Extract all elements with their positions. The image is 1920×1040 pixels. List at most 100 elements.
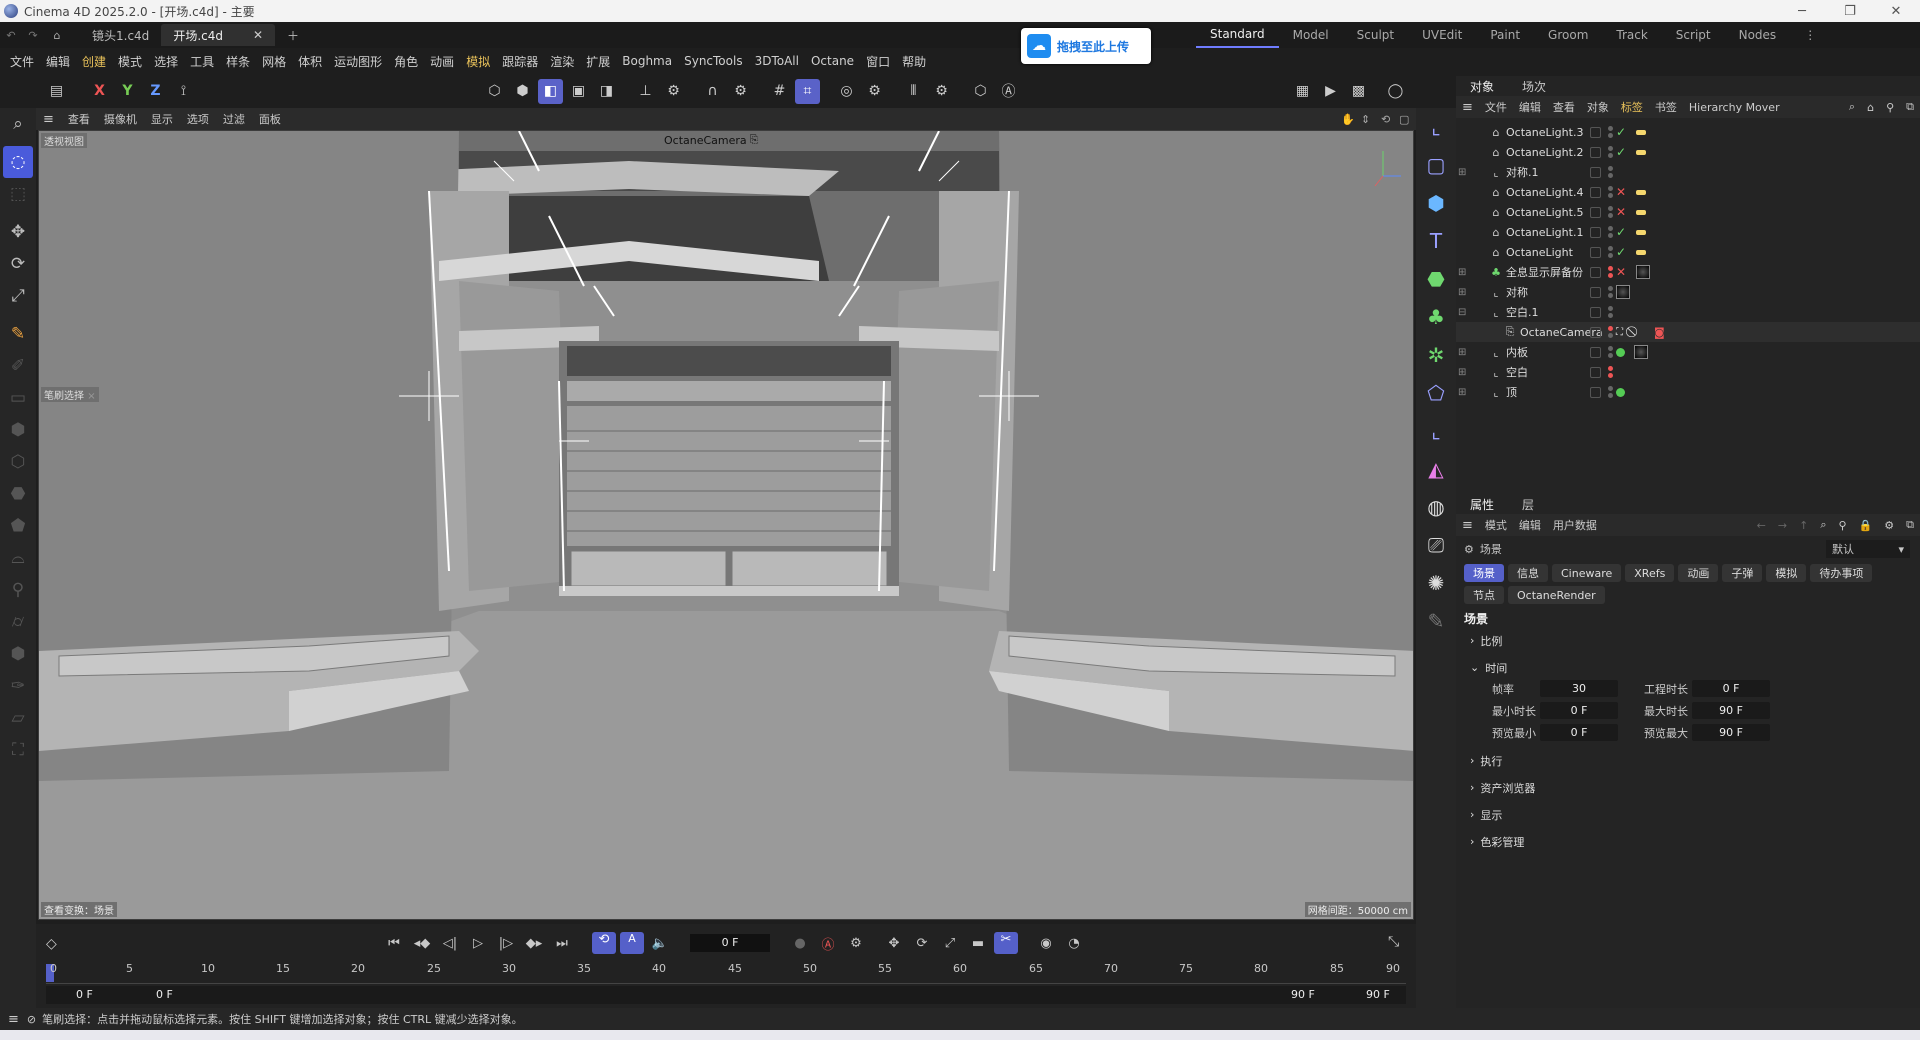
light-tag-icon[interactable] — [1636, 129, 1646, 135]
key-rotation-icon[interactable]: ⟳ — [910, 936, 934, 951]
layout-model[interactable]: Model — [1279, 22, 1343, 48]
attributes-menu-userdata[interactable]: 用户数据 — [1547, 517, 1603, 533]
undo-icon[interactable]: ↶ — [0, 29, 22, 42]
visibility-checkbox[interactable] — [1590, 306, 1601, 318]
material-tag-icon[interactable] — [1634, 345, 1648, 359]
range-end-slider[interactable]: 90 F — [1291, 988, 1315, 1001]
forward-icon[interactable]: → — [1772, 519, 1793, 532]
up-icon[interactable]: ↑ — [1793, 519, 1814, 532]
camera-label[interactable]: OctaneCamera ⎘ — [664, 133, 758, 147]
menu-create[interactable]: 创建 — [76, 53, 112, 70]
symmetry-settings-icon[interactable]: ⚙ — [929, 79, 954, 104]
workplane-icon[interactable]: ⌗ — [795, 78, 820, 104]
menu-3dtoall[interactable]: 3DToAll — [749, 54, 805, 68]
expand-icon[interactable]: ⊞ — [1458, 387, 1466, 398]
objects-menu-edit[interactable]: 编辑 — [1513, 99, 1547, 115]
min-field[interactable]: 0 F — [1540, 702, 1618, 719]
menu-select[interactable]: 选择 — [148, 53, 184, 70]
viewport-menu-camera[interactable]: 摄像机 — [97, 111, 144, 127]
key-position-icon[interactable]: ✥ — [882, 936, 906, 951]
object-row[interactable]: ⌂ OctaneLight.4 ✕ — [1456, 182, 1920, 202]
effector-icon[interactable]: ✲ — [1420, 336, 1452, 374]
paint-icon[interactable]: ✑ — [3, 670, 33, 702]
group-asset-browser[interactable]: › 资产浏览器 — [1456, 774, 1920, 801]
light-tag-icon[interactable] — [1636, 189, 1646, 195]
upload-button[interactable]: ☁ 拖拽至此上传 — [1021, 28, 1151, 64]
light-object-icon[interactable]: ✺ — [1420, 564, 1452, 602]
search-icon[interactable]: ⌕ — [1843, 100, 1861, 114]
group-execute[interactable]: › 执行 — [1456, 747, 1920, 774]
axis-y-toggle[interactable]: Y — [115, 79, 140, 104]
move-tool-icon[interactable]: ✥ — [3, 216, 33, 248]
object-row[interactable]: ⌂ OctaneLight.2 ✓ — [1456, 142, 1920, 162]
model-mode-icon[interactable]: ▣ — [566, 79, 591, 104]
visibility-checkbox[interactable] — [1590, 126, 1601, 138]
key-scale-icon[interactable]: ⤢ — [938, 936, 962, 951]
next-key-icon[interactable]: ◆▸ — [522, 936, 546, 951]
schedule-icon[interactable]: ◔ — [1062, 936, 1086, 951]
render-picture-viewer-icon[interactable]: ▶ — [1318, 79, 1343, 104]
floor-icon[interactable]: ▱ — [3, 702, 33, 734]
expand-icon[interactable]: ⊞ — [1458, 267, 1466, 278]
check-icon[interactable]: ✓ — [1616, 125, 1626, 139]
collapse-icon[interactable]: ⊟ — [1458, 307, 1466, 318]
make-editable-icon[interactable]: ⬢ — [3, 414, 33, 446]
menu-animate[interactable]: 动画 — [424, 53, 460, 70]
solo-icon[interactable]: ◎ — [834, 79, 859, 104]
group-display[interactable]: › 显示 — [1456, 801, 1920, 828]
keyframe-icon[interactable]: ◇ — [46, 936, 57, 952]
object-row[interactable]: ⊞ ♣ 全息显示屏备份 ✕ — [1456, 262, 1920, 282]
chip-bullet[interactable]: 子弹 — [1722, 564, 1763, 582]
minimize-button[interactable]: ─ — [1780, 0, 1824, 22]
camera-object-icon[interactable]: ⎚ — [1420, 526, 1452, 564]
attributes-menu-mode[interactable]: 模式 — [1479, 517, 1513, 533]
preset-dropdown[interactable]: 默认 ▾ — [1826, 540, 1910, 558]
cube-icon[interactable]: ⬡ — [3, 446, 33, 478]
sound-icon[interactable]: 🔈 — [648, 936, 672, 951]
preview-min-field[interactable]: 0 F — [1540, 724, 1618, 741]
visibility-checkbox[interactable] — [1590, 246, 1601, 258]
chip-info[interactable]: 信息 — [1508, 564, 1548, 582]
frame-icon[interactable]: ⛶ — [3, 734, 33, 766]
green-tag-icon[interactable] — [1616, 348, 1625, 357]
more-icon[interactable]: ⋮ — [1790, 22, 1830, 48]
generator-icon[interactable]: ⬣ — [1420, 260, 1452, 298]
search-icon[interactable]: ⌕ — [3, 108, 33, 140]
snap-settings-icon[interactable]: ⚙ — [728, 79, 753, 104]
filter-icon[interactable]: ⚲ — [1880, 101, 1900, 114]
texture-mode-icon[interactable]: ◨ — [594, 79, 619, 104]
chip-xrefs[interactable]: XRefs — [1625, 564, 1675, 582]
light-tag-icon[interactable] — [1636, 249, 1646, 255]
null-object-icon[interactable]: ⌞ — [1420, 108, 1452, 146]
back-icon[interactable]: ← — [1751, 519, 1772, 532]
object-row[interactable]: ⊞ ⌞ 对称.1 — [1456, 162, 1920, 182]
maximize-button[interactable]: ❐ — [1828, 0, 1872, 22]
light-tag-icon[interactable] — [1636, 209, 1646, 215]
chip-simulation[interactable]: 模拟 — [1766, 564, 1807, 582]
visibility-checkbox[interactable] — [1590, 186, 1601, 198]
home-icon[interactable]: ⌂ — [44, 29, 70, 42]
soft-selection-icon[interactable]: ⬡ — [968, 79, 993, 104]
layout-standard[interactable]: Standard — [1196, 22, 1279, 48]
light-tag-icon[interactable] — [1636, 229, 1646, 235]
go-to-end-icon[interactable]: ⏭ — [550, 936, 574, 951]
settings-icon[interactable]: ⚙ — [1878, 519, 1900, 532]
attributes-menu-edit[interactable]: 编辑 — [1513, 517, 1547, 533]
timeline-expand-icon[interactable]: ⤡ — [1388, 934, 1399, 950]
visibility-checkbox[interactable] — [1590, 226, 1601, 238]
menu-mode[interactable]: 模式 — [112, 53, 148, 70]
menu-mograph[interactable]: 运动图形 — [328, 53, 388, 70]
object-row[interactable]: ⌂ OctaneLight.1 ✓ — [1456, 222, 1920, 242]
extrude-icon[interactable]: ⬣ — [3, 478, 33, 510]
tab-layers[interactable]: 层 — [1508, 496, 1548, 513]
max-field[interactable]: 90 F — [1692, 702, 1770, 719]
visibility-checkbox[interactable] — [1590, 326, 1601, 338]
home-icon[interactable]: ⌂ — [1861, 101, 1880, 114]
loop-icon[interactable]: ⟲ — [592, 932, 616, 954]
hamburger-icon[interactable]: ≡ — [1456, 100, 1479, 115]
field-icon[interactable]: ⌞ — [1420, 412, 1452, 450]
chip-octanerender[interactable]: OctaneRender — [1508, 586, 1605, 604]
visibility-checkbox[interactable] — [1590, 346, 1601, 358]
symmetry-icon[interactable]: ⫴ — [901, 79, 926, 104]
object-mode-icon[interactable]: ▤ — [44, 79, 69, 104]
